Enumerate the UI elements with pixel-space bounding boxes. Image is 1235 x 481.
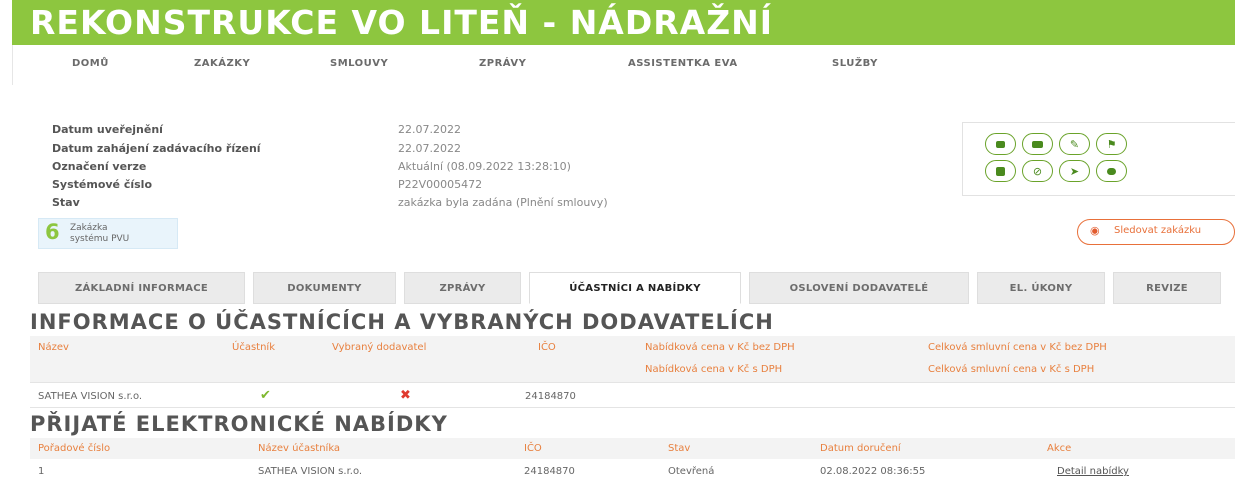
offer-ico: 24184870 (524, 466, 575, 477)
pvu-text: Zakázka systému PVU (70, 223, 129, 245)
chat-icon[interactable] (1096, 160, 1127, 182)
col-order-number: Pořadové číslo (38, 443, 111, 454)
watch-button-label: Sledovat zakázku (1114, 225, 1202, 236)
value-system-number: P22V00005472 (398, 178, 483, 191)
nav-item-home[interactable]: DOMŮ (72, 58, 109, 69)
value-version: Aktuální (08.09.2022 13:28:10) (398, 160, 571, 173)
tab-basic-info[interactable]: ZÁKLADNÍ INFORMACE (38, 272, 245, 304)
offer-detail-link[interactable]: Detail nabídky (1057, 466, 1129, 477)
col-state: Stav (668, 443, 691, 454)
label-start-date: Datum zahájení zadávacího řízení (52, 142, 261, 155)
folder-icon[interactable] (1022, 133, 1053, 155)
col-contract-price-no-vat: Celková smluvní cena v Kč bez DPH (928, 342, 1107, 353)
block-icon[interactable]: ⊘ (1022, 160, 1053, 182)
col-participant-name: Název účastníka (258, 443, 341, 454)
value-state: zakázka byla zadána (Plnění smlouvy) (398, 196, 608, 209)
col-offer-ico: IČO (524, 443, 542, 454)
col-participant: Účastník (232, 342, 275, 353)
pvu-logo: 6 (45, 220, 60, 244)
tab-contacted-suppliers[interactable]: OSLOVENÍ DODAVATELÉ (749, 272, 969, 304)
note-icon[interactable] (985, 133, 1016, 155)
page-title: REKONSTRUKCE VO LITEŇ - NÁDRAŽNÍ (30, 3, 774, 42)
label-system-number: Systémové číslo (52, 178, 153, 191)
row-divider (30, 382, 1235, 383)
tab-messages[interactable]: ZPRÁVY (404, 272, 521, 304)
flag-icon[interactable]: ⚑ (1096, 133, 1127, 155)
nav-item-assistant[interactable]: ASSISTENTKA EVA (628, 58, 738, 69)
nav-item-services[interactable]: SLUŽBY (832, 58, 878, 69)
tab-participants[interactable]: ÚČASTNÍCI A NABÍDKY (529, 272, 741, 304)
tab-revisions[interactable]: REVIZE (1113, 272, 1221, 304)
offers-heading: PŘIJATÉ ELEKTRONICKÉ NABÍDKY (30, 412, 448, 436)
col-selected-supplier: Vybraný dodavatel (332, 342, 427, 353)
check-icon: ✔ (260, 388, 271, 403)
col-delivery-date: Datum doručení (820, 443, 901, 454)
label-publish-date: Datum uveřejnění (52, 123, 163, 136)
offer-delivery-date: 02.08.2022 08:36:55 (820, 466, 926, 477)
participant-ico: 24184870 (525, 391, 576, 402)
nav-item-contracts[interactable]: ZAKÁZKY (194, 58, 250, 69)
col-action: Akce (1047, 443, 1072, 454)
tab-documents[interactable]: DOKUMENTY (253, 272, 396, 304)
value-start-date: 22.07.2022 (398, 142, 461, 155)
value-publish-date: 22.07.2022 (398, 123, 461, 136)
watch-button[interactable]: ◉ Sledovat zakázku (1077, 219, 1235, 245)
participant-name: SATHEA VISION s.r.o. (38, 391, 143, 402)
tab-el-actions[interactable]: EL. ÚKONY (977, 272, 1105, 304)
offer-state: Otevřená (668, 466, 715, 477)
eye-icon: ◉ (1090, 224, 1100, 237)
nav-item-agreements[interactable]: SMLOUVY (330, 58, 388, 69)
pvu-line-1: Zakázka (70, 223, 108, 233)
col-contract-price-vat: Celková smluvní cena v Kč s DPH (928, 364, 1095, 375)
label-version: Označení verze (52, 160, 147, 173)
col-ico: IČO (538, 342, 556, 353)
send-icon[interactable]: ➤ (1059, 160, 1090, 182)
label-state: Stav (52, 196, 80, 209)
pvu-badge: 6 Zakázka systému PVU (38, 218, 178, 249)
col-offer-price-no-vat: Nabídková cena v Kč bez DPH (645, 342, 795, 353)
row-divider (30, 407, 1235, 408)
nav-item-messages[interactable]: ZPRÁVY (479, 58, 526, 69)
pvu-line-2: systému PVU (70, 234, 130, 244)
pencil-icon[interactable]: ✎ (1059, 133, 1090, 155)
col-offer-price-vat: Nabídková cena v Kč s DPH (645, 364, 783, 375)
cross-icon: ✖ (400, 388, 411, 403)
participants-heading: INFORMACE O ÚČASTNÍCÍCH A VYBRANÝCH DODA… (30, 310, 774, 334)
offer-participant-name: SATHEA VISION s.r.o. (258, 466, 363, 477)
offer-order: 1 (38, 466, 45, 477)
printer-icon[interactable] (985, 160, 1016, 182)
col-name: Název (38, 342, 69, 353)
